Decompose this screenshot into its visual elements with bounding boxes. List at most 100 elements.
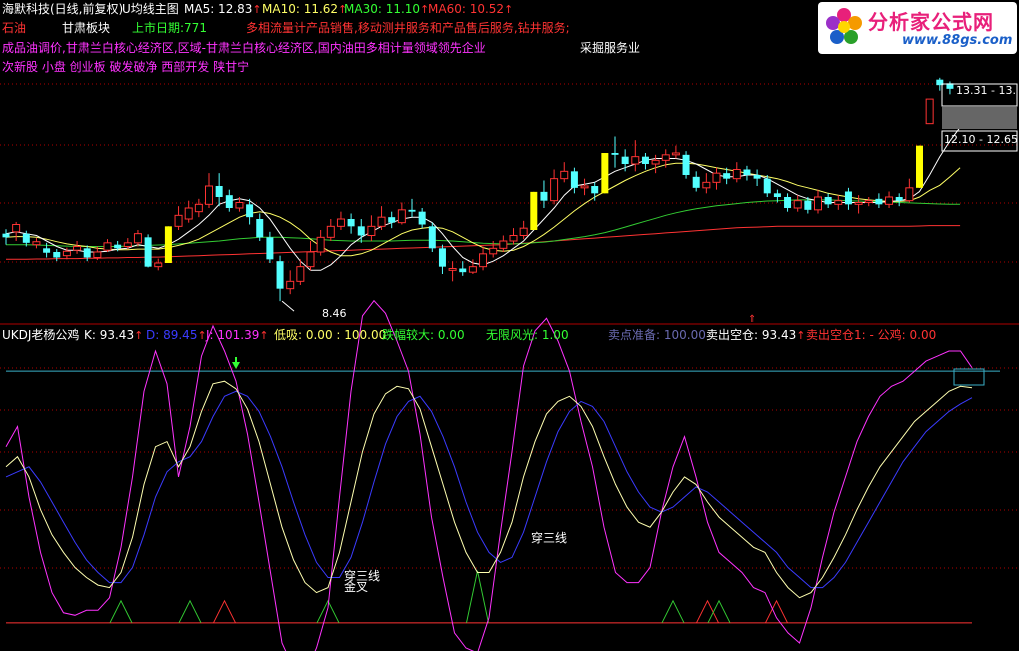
candle-body — [388, 217, 396, 223]
red-marker-icon: ⇑ — [748, 314, 756, 325]
candle-body — [743, 169, 751, 175]
indicator-name: UKDJ老杨公鸡 — [2, 328, 80, 342]
candle-body — [834, 200, 843, 205]
candle-body — [133, 233, 142, 244]
d-value: D: 89.45↑ — [146, 328, 207, 342]
concept-label: 成品油调价,甘肃兰白核心经济区,区域-甘肃兰白核心经济区,国内油田多相计量领域领… — [2, 41, 486, 55]
candle-body — [123, 242, 132, 247]
candle-body — [418, 211, 426, 225]
price-panel-candles[interactable] — [2, 77, 954, 312]
candle-body — [550, 178, 559, 202]
ma60-label: MA60: 10.52↑ — [428, 2, 514, 16]
candle-body — [408, 209, 416, 212]
candle-body — [235, 202, 244, 209]
kdj-j-line — [5, 299, 973, 651]
candle-body — [144, 237, 152, 267]
candle-body — [651, 159, 660, 165]
candle-body — [732, 169, 741, 180]
candle-body — [246, 204, 254, 218]
candle-body — [824, 197, 832, 205]
candle-body — [844, 191, 852, 205]
logo-url: www.88gs.com — [902, 33, 1013, 48]
candle-body — [103, 242, 112, 251]
signal-triangle — [466, 570, 489, 623]
signal-triangle — [707, 599, 731, 624]
region-label: 甘肃板块 — [62, 21, 111, 35]
candle-body — [905, 187, 914, 202]
candle-body — [641, 156, 649, 164]
ma5-label: MA5: 12.83↑ — [184, 2, 262, 16]
range-band — [942, 107, 1017, 129]
candle-body — [184, 207, 193, 220]
candle-body — [53, 252, 61, 258]
signal-triangle — [213, 599, 236, 624]
up-arrow-icon: ↑ — [252, 3, 262, 16]
candle-body — [336, 218, 345, 227]
candle-body — [468, 266, 477, 273]
kongcang-value: 卖出空仓: 93.43↑ — [706, 328, 806, 342]
candle-body — [570, 171, 578, 188]
candle-body — [83, 248, 91, 258]
indicator-title: U均线主图 — [122, 2, 179, 16]
candle-body — [2, 233, 10, 238]
signal-triangle — [696, 599, 719, 624]
candle-body — [459, 268, 467, 273]
indicator-panel-signals — [109, 357, 788, 624]
candle-body — [753, 175, 761, 179]
candle-body — [22, 233, 30, 243]
tags-label: 次新股 小盘 创业板 破发破净 西部开发 陕甘宁 — [2, 60, 250, 74]
signal-triangle — [109, 599, 133, 624]
candle-body — [306, 251, 315, 268]
candle-body — [12, 224, 21, 233]
candle-body — [773, 193, 781, 197]
kongcang1-value: 卖出空仓1: - 公鸡: 0.00 — [806, 328, 937, 342]
candle-body — [367, 225, 376, 236]
candle-body — [712, 172, 721, 183]
stock-title: 海默科技(日线,前复权) — [2, 2, 124, 16]
candle-body — [854, 202, 863, 205]
site-logo[interactable]: 分析家公式网 www.88gs.com — [818, 2, 1017, 54]
candle-body — [631, 156, 640, 165]
candle-body — [276, 261, 284, 289]
j-value: J: 101.39↑ — [206, 328, 269, 342]
candle-body — [864, 200, 873, 204]
up-arrow-icon: ↑ — [134, 329, 144, 342]
candle-body — [448, 268, 457, 271]
kdj-k-line — [5, 380, 973, 599]
up-arrow-icon: ↑ — [504, 3, 514, 16]
candle-body — [671, 152, 680, 156]
candle-body — [164, 226, 172, 263]
candle-body — [925, 98, 934, 125]
candle-body — [793, 200, 802, 209]
candle-body — [114, 244, 122, 249]
range-low-label: 12.10 - 12.65 — [944, 133, 1018, 146]
low-price-label: 8.46 — [322, 307, 347, 320]
green-down-arrow-icon — [232, 362, 240, 369]
candle-body — [296, 266, 305, 282]
range-high-label: 13.31 - 13. — [956, 84, 1016, 97]
candle-body — [763, 178, 771, 194]
candle-body — [205, 185, 213, 205]
candle-body — [479, 253, 488, 268]
industry-label: 石油 — [2, 21, 27, 35]
candle-body — [804, 200, 812, 210]
candle-body — [601, 153, 609, 194]
flower-logo-icon — [826, 8, 862, 44]
candle-body — [397, 209, 406, 224]
candle-body — [438, 248, 446, 267]
indicator-panel-lines[interactable] — [5, 299, 973, 651]
candle-body — [895, 197, 903, 201]
candle-body — [519, 227, 528, 237]
business-label: 多相流量计产品销售,移动测井服务和产品售后服务,钻井服务; — [246, 21, 570, 35]
candle-body — [702, 181, 711, 189]
candle-body — [174, 214, 183, 227]
up-arrow-icon: ↑ — [259, 329, 269, 342]
candle-body — [509, 235, 518, 242]
candle-body — [428, 226, 436, 249]
logo-title: 分析家公式网 — [868, 10, 994, 34]
candle-body — [286, 280, 295, 290]
candle-body — [540, 191, 548, 201]
candle-body — [661, 154, 670, 161]
candle-body — [580, 185, 589, 189]
candle-body — [194, 203, 203, 213]
